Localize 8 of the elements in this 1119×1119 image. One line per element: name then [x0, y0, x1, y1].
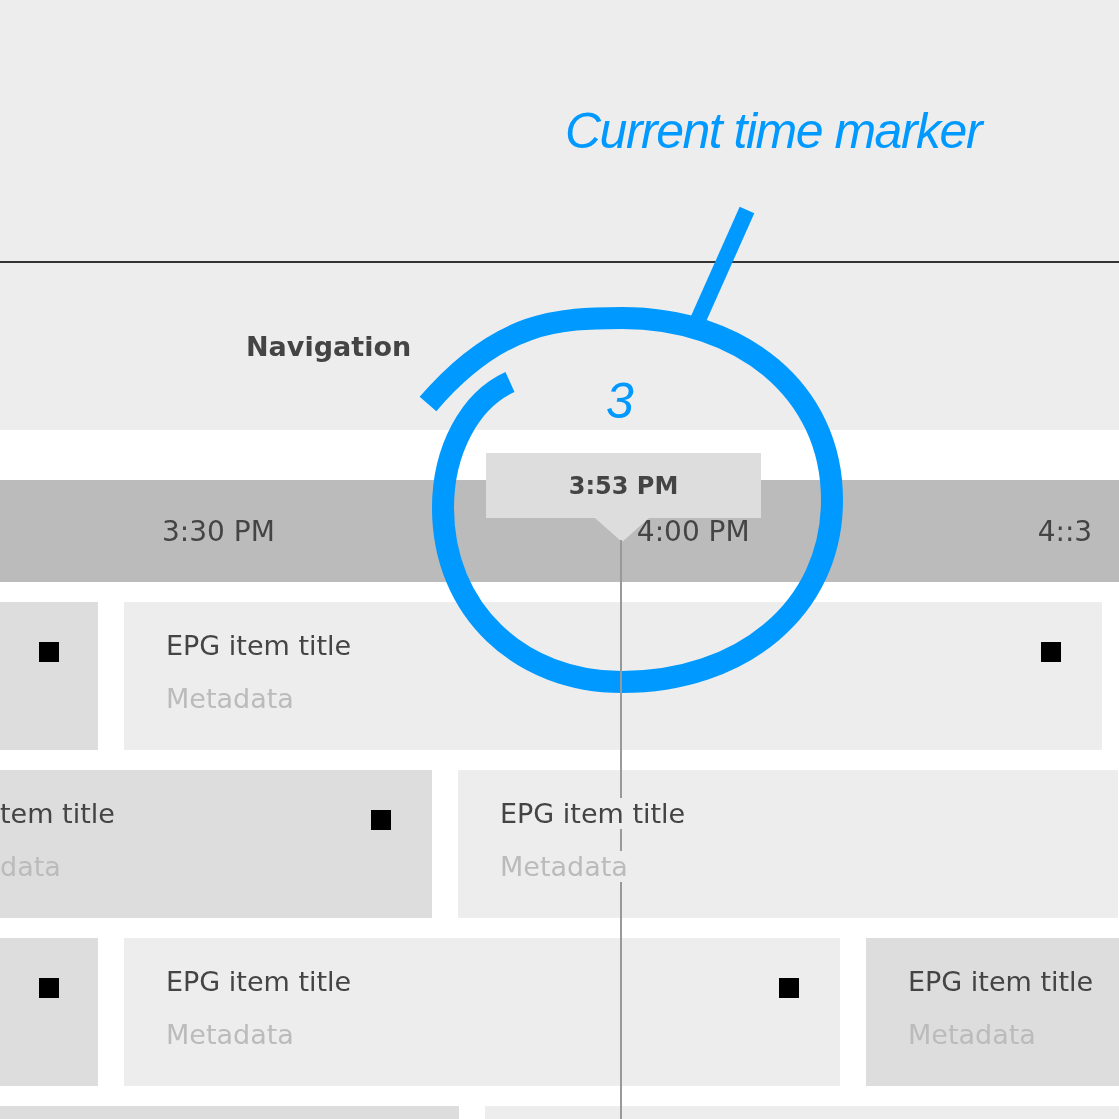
epg-item[interactable] [0, 938, 98, 1086]
item-title: EPG item title [500, 798, 686, 829]
navigation-label: Navigation [246, 331, 412, 362]
annotation-title: Current time marker [565, 102, 982, 160]
epg-item[interactable] [0, 602, 98, 750]
step-number: 3 [606, 372, 634, 430]
time-label: 4::3 [1037, 514, 1093, 548]
time-label: 3:30 PM [162, 514, 275, 548]
